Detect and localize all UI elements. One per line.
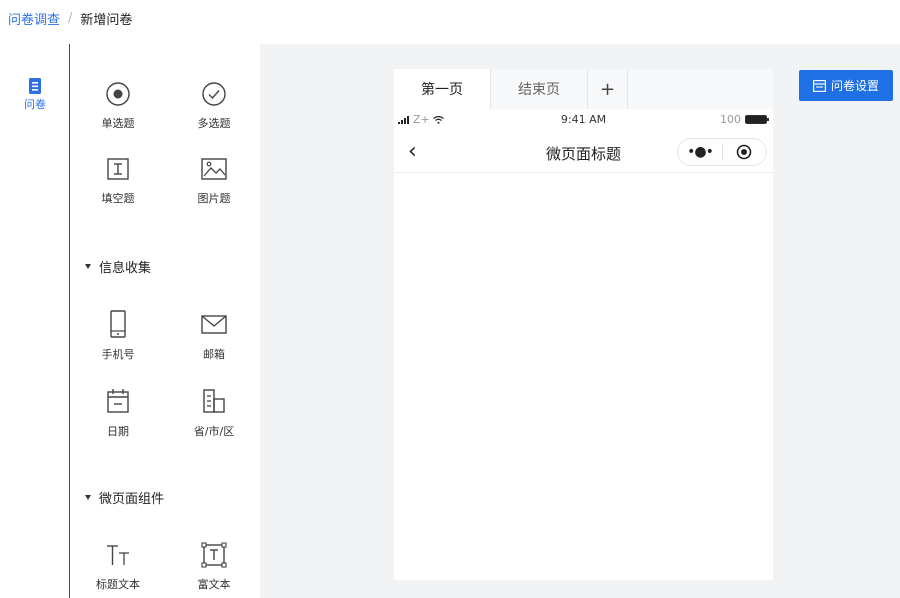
status-time: 9:41 AM xyxy=(560,113,607,126)
component-palette: 单选题 多选题 填空题 图片题 信息收集 手机号 邮箱 日期 省/市/区 微页面… xyxy=(71,44,260,598)
settings-panel-icon xyxy=(812,79,826,92)
close-target-icon[interactable] xyxy=(723,144,766,160)
checkbox-circle-icon xyxy=(202,82,226,106)
calendar-icon xyxy=(107,389,129,413)
caret-down-icon xyxy=(85,264,91,269)
breadcrumb-current: 新增问卷 xyxy=(80,13,133,28)
palette-item-label: 多选题 xyxy=(197,117,231,130)
palette-item-fill-blank[interactable]: 填空题 xyxy=(78,156,158,206)
caret-down-icon xyxy=(85,495,91,500)
mail-icon xyxy=(201,315,227,334)
breadcrumb-separator: / xyxy=(68,11,73,26)
palette-item-label: 日期 xyxy=(107,425,129,438)
palette-item-image-question[interactable]: 图片题 xyxy=(174,156,254,206)
top-bar: 问卷调查 / 新增问卷 xyxy=(0,0,900,44)
left-rail: 问卷 xyxy=(0,44,70,598)
palette-item-label: 图片题 xyxy=(197,192,231,205)
mini-program-capsule: •●• xyxy=(677,138,767,166)
section-title: 信息收集 xyxy=(99,261,152,276)
questionnaire-settings-button[interactable]: 问卷设置 xyxy=(799,70,893,101)
tab-end-page[interactable]: 结束页 xyxy=(491,69,588,109)
palette-item-title-text[interactable]: 标题文本 xyxy=(78,542,158,592)
battery-icon xyxy=(745,115,769,124)
rich-text-icon xyxy=(201,542,227,568)
more-dots-icon[interactable]: •●• xyxy=(678,144,722,160)
palette-item-label: 富文本 xyxy=(197,578,231,591)
tab-first-page[interactable]: 第一页 xyxy=(394,69,491,109)
page-tabs: 第一页 结束页 + xyxy=(394,69,773,109)
palette-item-rich-text[interactable]: 富文本 xyxy=(174,542,254,592)
palette-item-label: 省/市/区 xyxy=(193,425,235,438)
breadcrumb: 问卷调查 / 新增问卷 xyxy=(8,9,132,28)
palette-item-multi-choice[interactable]: 多选题 xyxy=(174,81,254,131)
palette-item-label: 邮箱 xyxy=(203,348,225,361)
rail-item-label: 问卷 xyxy=(24,98,46,111)
rail-item-questionnaire[interactable]: 问卷 xyxy=(0,78,70,112)
phone-preview[interactable]: Z+ 9:41 AM 100 ‹ 微页面标题 •●• xyxy=(394,109,773,580)
section-title: 微页面组件 xyxy=(99,492,165,507)
palette-item-label: 填空题 xyxy=(101,192,135,205)
section-info-collection[interactable]: 信息收集 xyxy=(85,257,151,276)
status-right: 100 xyxy=(720,113,769,126)
image-icon xyxy=(201,158,227,180)
palette-item-label: 标题文本 xyxy=(96,578,140,591)
palette-item-phone[interactable]: 手机号 xyxy=(78,310,158,362)
editor-canvas: 第一页 结束页 + Z+ 9:41 AM 100 ‹ 微页面标题 •●• xyxy=(260,44,900,598)
document-icon xyxy=(29,78,41,94)
palette-item-label: 手机号 xyxy=(101,348,135,361)
radio-icon xyxy=(106,82,130,106)
settings-button-label: 问卷设置 xyxy=(830,79,879,93)
palette-item-label: 单选题 xyxy=(101,117,135,130)
battery-percent: 100 xyxy=(720,113,741,126)
text-input-icon xyxy=(107,158,129,180)
palette-item-email[interactable]: 邮箱 xyxy=(174,310,254,362)
palette-item-single-choice[interactable]: 单选题 xyxy=(78,81,158,131)
title-text-icon xyxy=(107,545,129,565)
phone-nav-bar: ‹ 微页面标题 •●• xyxy=(394,131,773,173)
building-icon xyxy=(203,389,225,413)
palette-item-region[interactable]: 省/市/区 xyxy=(174,387,254,439)
breadcrumb-parent-link[interactable]: 问卷调查 xyxy=(8,9,60,28)
phone-status-bar: Z+ 9:41 AM 100 xyxy=(394,109,773,131)
palette-item-date[interactable]: 日期 xyxy=(78,387,158,439)
add-page-button[interactable]: + xyxy=(588,69,628,109)
section-micro-page-components[interactable]: 微页面组件 xyxy=(85,488,164,507)
phone-icon xyxy=(110,310,126,338)
